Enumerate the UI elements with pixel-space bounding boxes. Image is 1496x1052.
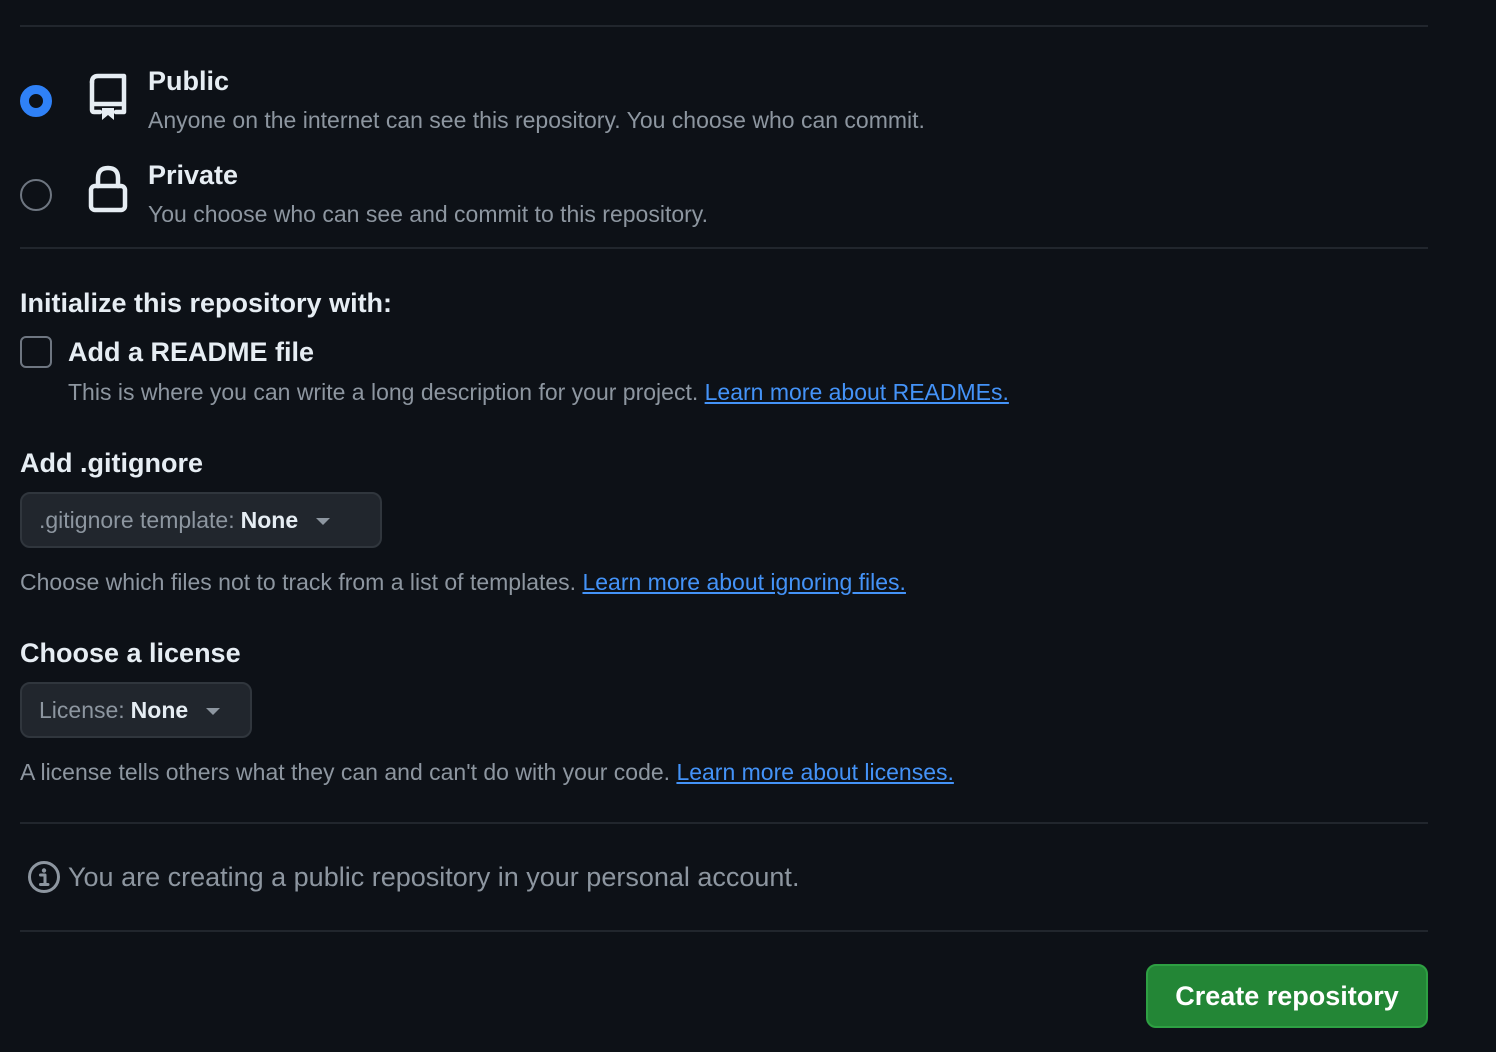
caret-down-icon [206,707,221,715]
public-repo-notice: You are creating a public repository in … [68,862,800,892]
readme-help-text: This is where you can write a long descr… [68,379,699,405]
visibility-divider [20,247,1428,249]
license-help: A license tells others what they can and… [20,758,954,786]
readme-learn-more-link[interactable]: Learn more about READMEs. [705,379,1009,405]
private-description: You choose who can see and commit to thi… [148,201,708,227]
license-select[interactable]: License: None [20,682,252,738]
private-title: Private [148,160,239,190]
top-divider [20,25,1428,27]
gitignore-template-select[interactable]: .gitignore template: None [20,492,382,548]
gitignore-help-text: Choose which files not to track from a l… [20,569,577,595]
caret-down-icon [316,517,331,525]
public-title: Public [148,66,230,96]
license-help-text: A license tells others what they can and… [20,759,671,785]
public-description: Anyone on the internet can see this repo… [148,107,925,133]
initialize-heading: Initialize this repository with: [20,288,393,318]
license-heading: Choose a license [20,638,241,668]
gitignore-learn-more-link[interactable]: Learn more about ignoring files. [582,569,905,595]
license-select-prefix: License: [39,696,125,723]
notice-divider [20,930,1428,932]
license-divider [20,822,1428,824]
create-repository-button[interactable]: Create repository [1146,964,1428,1028]
gitignore-select-value: None [240,506,299,533]
readme-checkbox[interactable] [20,336,52,368]
readme-label[interactable]: Add a README file [68,336,314,368]
lock-icon [86,164,130,216]
gitignore-help: Choose which files not to track from a l… [20,568,906,596]
license-learn-more-link[interactable]: Learn more about licenses. [676,759,953,785]
private-radio[interactable] [20,179,52,211]
gitignore-heading: Add .gitignore [20,448,203,478]
public-radio[interactable] [20,85,52,117]
readme-help: This is where you can write a long descr… [68,378,1009,406]
info-icon [27,860,61,894]
license-select-value: None [130,696,189,723]
gitignore-select-prefix: .gitignore template: [39,506,235,533]
repo-icon [86,72,130,124]
